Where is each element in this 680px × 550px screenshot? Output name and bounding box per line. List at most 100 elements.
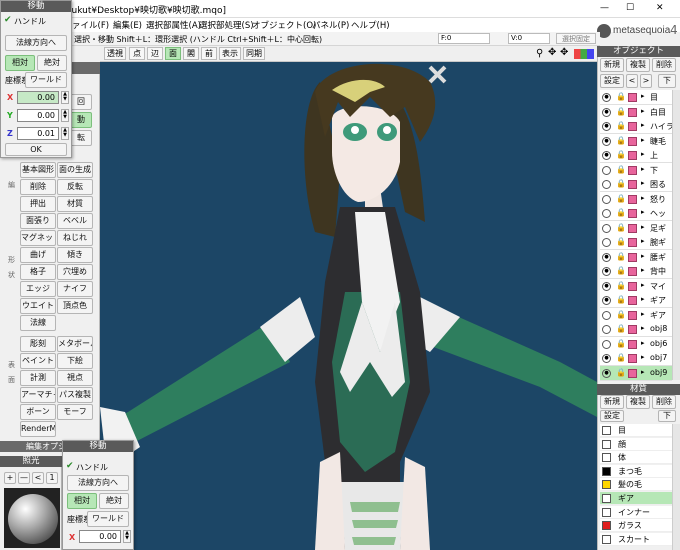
expand-triangle-icon[interactable]: ▸ — [641, 281, 645, 289]
object-row[interactable]: 🔒 ▸ 困る — [600, 177, 672, 192]
relative-button-2[interactable]: 相対 — [67, 493, 97, 509]
menu-panel[interactable]: パネル(P) — [312, 19, 349, 31]
object-row[interactable]: ● 🔒 ▸ 上 — [600, 148, 672, 163]
path-duplicate-button[interactable]: パス複製 — [57, 387, 93, 403]
3d-viewport[interactable] — [100, 62, 597, 550]
lattice-button[interactable]: 格子 — [20, 264, 56, 280]
menu-object[interactable]: オブジェクト(O) — [252, 19, 316, 31]
menu-selection-process[interactable]: 選択部処理(S) — [199, 19, 254, 31]
bend-button[interactable]: 曲げ — [20, 247, 56, 263]
vertex-mode-button[interactable]: 点 — [129, 47, 145, 60]
morph-button[interactable]: モーフ — [57, 404, 93, 420]
lock-icon[interactable]: 🔒 — [616, 339, 626, 349]
visibility-eye-icon[interactable]: ● — [602, 107, 611, 117]
lock-icon[interactable]: 🔒 — [616, 92, 626, 102]
extrude-button[interactable]: 押出 — [20, 196, 56, 212]
expand-triangle-icon[interactable]: ▸ — [641, 179, 645, 187]
armature-button[interactable]: アーマチャー — [20, 387, 56, 403]
light-prev-button[interactable]: < — [32, 472, 44, 484]
hole-fill-button[interactable]: 穴埋め — [57, 264, 93, 280]
world-button-2[interactable]: ワールド — [87, 511, 129, 527]
visibility-eye-icon[interactable]: ● — [602, 354, 611, 363]
visibility-eye-icon[interactable]: ● — [602, 151, 611, 160]
expand-triangle-icon[interactable]: ▸ — [641, 266, 645, 274]
object-row[interactable]: ● 🔒 ▸ obj9 — [600, 365, 672, 381]
metaball-button[interactable]: メタボール — [57, 336, 93, 352]
expand-triangle-icon[interactable]: ▸ — [641, 165, 645, 173]
lock-icon[interactable]: 🔒 — [616, 281, 626, 291]
object-row[interactable]: 🔒 ▸ 怒り — [600, 191, 672, 207]
expand-triangle-icon[interactable]: ▸ — [641, 92, 645, 100]
lock-icon[interactable]: 🔒 — [616, 295, 626, 305]
magnet-button[interactable]: マグネット — [20, 230, 56, 246]
bevel-button[interactable]: ベベル — [57, 213, 93, 229]
absolute-button-2[interactable]: 絶対 — [99, 493, 129, 509]
selection-fix-button[interactable]: 選択固定 — [556, 33, 596, 44]
measure-button[interactable]: 計測 — [20, 370, 56, 386]
material-row[interactable]: 目 — [600, 424, 672, 437]
lock-icon[interactable]: 🔒 — [616, 310, 626, 320]
y-spinner[interactable]: ▲ ▼ — [61, 109, 69, 122]
viewpoint-button[interactable]: 視点 — [57, 370, 93, 386]
rotate-icon[interactable]: ✥ — [560, 47, 568, 58]
x-spinner-2[interactable]: ▲ ▼ — [123, 530, 131, 543]
object-row[interactable]: 🔒 ▸ 腕ギ — [600, 235, 672, 250]
visibility-eye-icon[interactable]: ● — [602, 267, 611, 276]
material-row[interactable]: スカート — [600, 532, 672, 546]
visibility-eye-icon[interactable]: ● — [602, 368, 611, 378]
relative-button[interactable]: 相対 — [5, 55, 35, 71]
material-row[interactable]: ガラス — [600, 519, 672, 533]
visibility-eye-icon[interactable] — [602, 223, 611, 233]
object-row[interactable]: 🔒 ▸ obj8 — [600, 322, 672, 337]
material-row[interactable]: 髪の毛 — [600, 478, 672, 492]
normal-direction-button-2[interactable]: 法線方向へ — [67, 475, 129, 491]
menu-file[interactable]: ァイル(F) — [72, 19, 109, 31]
material-move-down-button[interactable]: 下 — [658, 410, 676, 422]
object-list-scrollbar[interactable] — [672, 90, 680, 380]
material-row[interactable]: インナー — [600, 505, 672, 519]
partial-tool-button-3[interactable]: 転 — [70, 130, 92, 146]
expand-triangle-icon[interactable]: ▸ — [641, 107, 645, 115]
edge-button[interactable]: エッジ — [20, 281, 56, 297]
lighting-preview[interactable] — [4, 488, 60, 548]
lock-icon[interactable]: 🔒 — [616, 121, 626, 131]
expand-triangle-icon[interactable]: ▸ — [641, 237, 645, 245]
object-row[interactable]: ● 🔒 ▸ ギア — [600, 293, 672, 308]
expand-triangle-icon[interactable]: ▸ — [641, 194, 645, 202]
face-fill-button[interactable]: 面張り — [20, 213, 56, 229]
x-input-2[interactable]: 0.00 — [79, 530, 121, 543]
color-palette-icon[interactable] — [574, 49, 594, 59]
menu-selection-attr[interactable]: 選択部属性(A) — [146, 19, 201, 31]
expand-triangle-icon[interactable]: ▸ — [641, 252, 645, 260]
lock-icon[interactable]: 🔒 — [616, 237, 626, 247]
visibility-eye-icon[interactable] — [602, 238, 611, 247]
object-delete-button[interactable]: 削除 — [652, 58, 676, 72]
knife-button[interactable]: ナイフ — [57, 281, 93, 297]
object-row[interactable]: ● 🔒 ▸ ハイラ — [600, 119, 672, 134]
lock-icon[interactable]: 🔒 — [616, 252, 626, 262]
bone-button[interactable]: ボーン — [20, 404, 56, 420]
ok-button[interactable]: OK — [5, 143, 67, 156]
world-button[interactable]: ワールド — [25, 72, 67, 88]
object-row[interactable]: ● 🔒 ▸ 背中 — [600, 264, 672, 279]
light-add-button[interactable]: + — [4, 472, 16, 484]
visibility-eye-icon[interactable]: ● — [602, 93, 611, 102]
object-row[interactable]: 🔒 ▸ ギア — [600, 307, 672, 323]
display-button[interactable]: 表示 — [219, 47, 241, 60]
lock-icon[interactable]: 🔒 — [616, 107, 626, 117]
visibility-eye-icon[interactable] — [602, 325, 611, 334]
renderman-button[interactable]: RenderMan — [20, 421, 56, 437]
object-row[interactable]: ● 🔒 ▸ 目 — [600, 90, 672, 105]
twist-button[interactable]: ねじれ — [57, 230, 93, 246]
lock-icon[interactable]: 🔒 — [616, 266, 626, 276]
lock-icon[interactable]: 🔒 — [616, 165, 626, 175]
visibility-eye-icon[interactable] — [602, 310, 611, 320]
visibility-eye-icon[interactable]: ● — [602, 252, 611, 262]
expand-triangle-icon[interactable]: ▸ — [641, 353, 645, 361]
absolute-button[interactable]: 絶対 — [37, 55, 67, 71]
object-next-button[interactable]: > — [640, 74, 652, 88]
sync-button[interactable]: 同期 — [243, 47, 265, 60]
weight-button[interactable]: ウエイト — [20, 298, 56, 314]
handle-check-icon-2[interactable]: ✔ — [66, 461, 74, 471]
visibility-eye-icon[interactable]: ● — [602, 281, 611, 291]
